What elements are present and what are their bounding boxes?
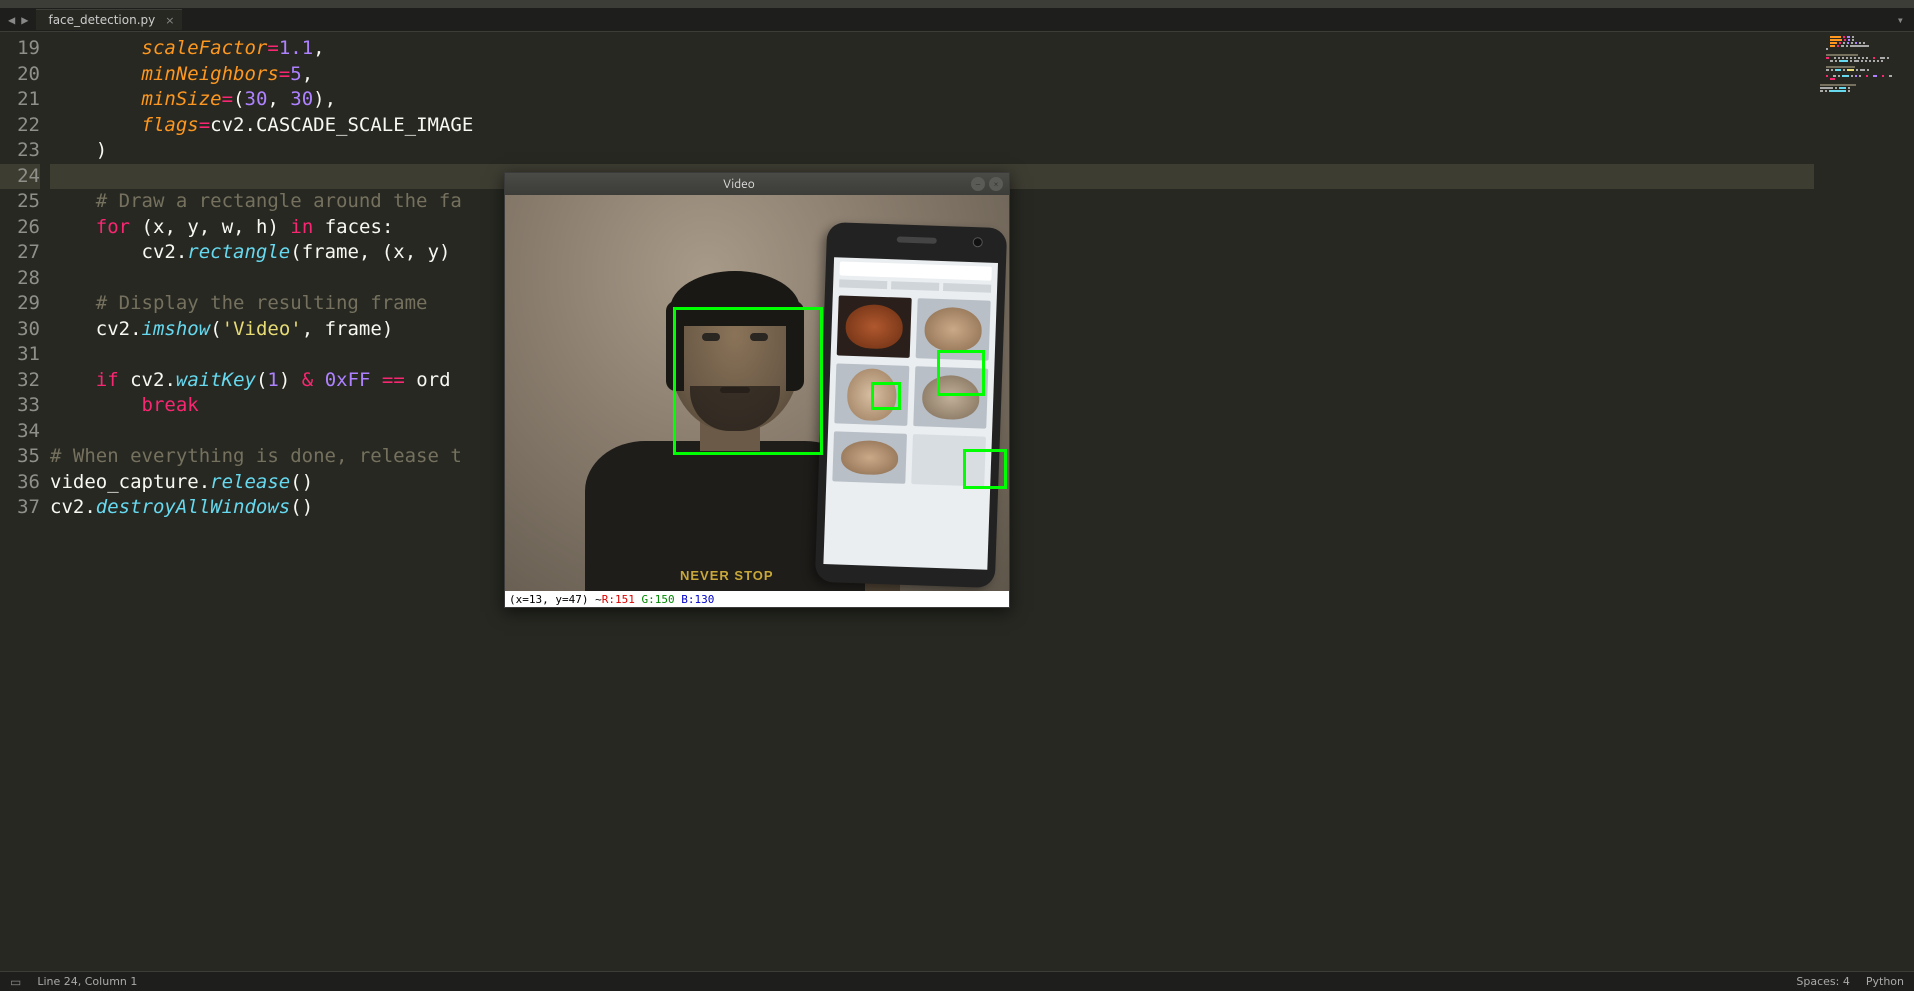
tab-nav: ◀ ▶ (0, 13, 36, 27)
tab-prev-icon[interactable]: ◀ (6, 13, 17, 27)
opencv-statusbar: (x=13, y=47) ~ R:151 G:150 B:130 (505, 591, 1009, 607)
cv-coords: (x=13, y=47) ~ (509, 593, 602, 606)
face-detection-box (673, 307, 823, 455)
opencv-frame: NEVER STOP (505, 195, 1009, 591)
sidebar-toggle-icon[interactable]: ▭ (10, 975, 21, 989)
minimap[interactable] (1814, 32, 1914, 971)
tab-next-icon[interactable]: ▶ (19, 13, 30, 27)
face-detection-box (963, 449, 1007, 489)
tab-bar: ◀ ▶ face_detection.py × ▾ (0, 8, 1914, 32)
tab-close-icon[interactable]: × (165, 14, 174, 27)
opencv-titlebar[interactable]: Video – × (505, 173, 1009, 195)
language-mode[interactable]: Python (1866, 975, 1904, 988)
indent-setting[interactable]: Spaces: 4 (1796, 975, 1849, 988)
tab-dropdown-icon[interactable]: ▾ (1887, 13, 1914, 27)
cv-g: G:150 (641, 593, 674, 606)
cursor-position[interactable]: Line 24, Column 1 (37, 975, 137, 988)
face-detection-box (937, 350, 985, 396)
phone (815, 222, 1007, 588)
tab-filename: face_detection.py (48, 13, 155, 27)
opencv-window-title: Video (511, 178, 967, 191)
cv-b: B:130 (681, 593, 714, 606)
cv-r: R:151 (602, 593, 635, 606)
opencv-window: Video – × NEVER STOP (504, 172, 1010, 608)
line-gutter: 19202122232425262728293031323334353637 (0, 32, 50, 971)
window-titlebar (0, 0, 1914, 8)
tshirt-text: NEVER STOP (680, 568, 774, 583)
close-icon[interactable]: × (989, 177, 1003, 191)
status-bar: ▭ Line 24, Column 1 Spaces: 4 Python (0, 971, 1914, 991)
face-detection-box (871, 382, 901, 410)
file-tab[interactable]: face_detection.py × (36, 9, 182, 30)
minimize-icon[interactable]: – (971, 177, 985, 191)
